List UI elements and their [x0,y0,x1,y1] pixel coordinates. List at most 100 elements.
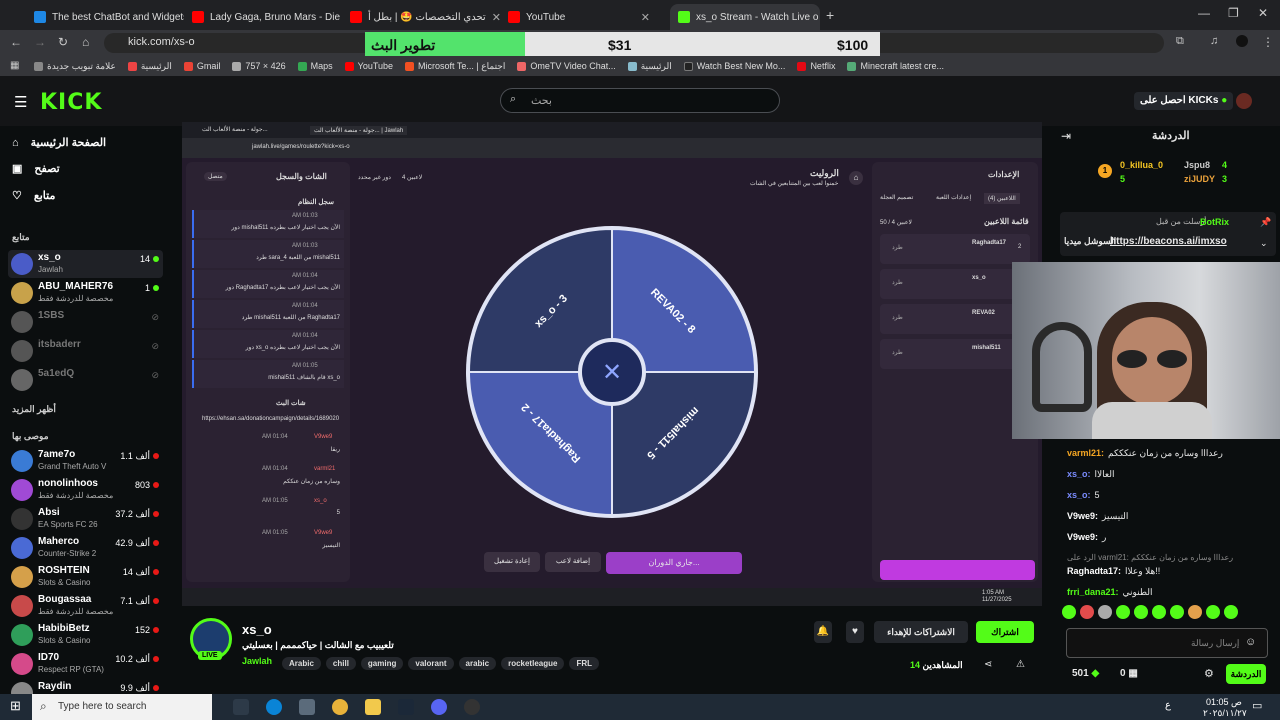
stream-tag[interactable]: FRL [569,657,599,670]
new-tab-icon[interactable]: + [826,7,834,23]
kick-logo[interactable]: KICK [40,90,102,115]
subscribe-button[interactable]: اشتراك [976,621,1034,643]
windows-start-icon[interactable]: ⊞ [10,698,21,714]
discord-icon[interactable] [431,699,447,715]
store-icon[interactable] [299,699,315,715]
chat-username[interactable]: Raghadta17: [1067,566,1121,576]
stream-category[interactable]: Jawlah [242,656,272,666]
add-player-button[interactable]: إضافة لاعب [545,552,601,572]
stream-tag[interactable]: valorant [408,657,454,670]
sidebar-channel[interactable]: 5a1edQ ⊘ [8,366,163,394]
user-avatar[interactable] [1236,93,1252,109]
minimize-icon[interactable]: — [1198,6,1210,20]
kick-player-button[interactable]: طرد [892,314,903,321]
bookmark[interactable]: Maps [297,61,333,71]
forward-icon[interactable]: → [34,35,46,49]
emote-icon[interactable] [1152,605,1166,619]
window-close-icon[interactable]: ✕ [1258,6,1268,20]
chat-input[interactable]: إرسال رسالة ☺ [1066,628,1268,658]
emote-icon[interactable] [1098,605,1112,619]
bookmark[interactable]: الرئيسية [627,61,672,72]
browser-tab[interactable]: The best ChatBot and Widgets✕ [26,4,184,30]
restore-icon[interactable]: ❐ [1228,6,1239,20]
stream-tag[interactable]: rocketleague [501,657,565,670]
emote-icon[interactable] [1170,605,1184,619]
close-icon[interactable]: ✕ [492,11,500,24]
file-explorer-icon[interactable] [365,699,381,715]
emote-icon[interactable] [1224,605,1238,619]
stream-tag[interactable]: gaming [360,657,404,670]
collapse-chat-icon[interactable]: ⇥ [1061,129,1071,143]
chevron-down-icon[interactable]: ⌄ [1260,238,1268,249]
tab-game-settings[interactable]: إعدادات اللعبة [936,194,971,201]
share-icon[interactable]: ⋖ [984,659,992,670]
emote-icon[interactable] [1062,605,1076,619]
reload-icon[interactable]: ↻ [58,35,68,49]
emote-icon[interactable] [1116,605,1130,619]
reset-button[interactable]: إعادة تشغيل [484,552,540,572]
steam-icon[interactable] [398,699,414,715]
language-indicator[interactable]: ع [1165,700,1171,711]
channel-name[interactable]: xs_o [242,622,272,637]
stream-tag[interactable]: chill [325,657,356,670]
report-icon[interactable]: ⚠ [1016,659,1025,670]
sidebar-channel[interactable]: HabibiBetz Slots & Casino 152 [8,621,163,649]
browser-tab[interactable]: تحدي التخصصات 🤩 | بطل أ ✕ [342,4,500,30]
bookmark[interactable]: Gmail [183,61,220,71]
get-kicks-button[interactable]: احصل على KICKs ● [1134,92,1234,110]
tab-players[interactable]: اللاعبين (4) [984,193,1020,204]
browser-tab[interactable]: YouTube ✕ [500,4,658,30]
send-chat-button[interactable]: الدردشة [1226,664,1266,684]
extensions-icon[interactable]: ⧉ [1176,35,1184,48]
show-more-link[interactable]: أظهر المزيد [12,404,56,415]
bookmark[interactable]: OmeTV Video Chat... [517,61,616,71]
channel-points[interactable]: 501 ◆ [1072,668,1099,679]
sidebar-channel[interactable]: ID70 Respect RP (GTA) 10.2 ألف [8,650,163,678]
emote-icon[interactable] [1080,605,1094,619]
bookmark[interactable]: Microsoft Te... | اجتماع [405,61,505,72]
taskbar-search[interactable]: ⌕ Type here to search [32,694,212,720]
chat-username[interactable]: V9we9: [1067,532,1098,542]
search-input[interactable]: ⌕ بحث [500,88,780,113]
spin-button[interactable]: جاري الدوران... [606,552,742,574]
browser-tab[interactable]: Lady Gaga, Bruno Mars - Die W✕ [184,4,342,30]
bookmark[interactable]: Netflix [797,61,835,71]
emoji-icon[interactable]: ☺ [1245,636,1256,648]
store-counter[interactable]: 0 ▦ [1120,668,1138,679]
bookmark[interactable]: Minecraft latest cre... [847,61,944,71]
heart-icon[interactable]: ♥ [846,621,864,643]
pinned-link[interactable]: https://beacons.ai/imxso [1110,236,1227,247]
kick-player-button[interactable]: طرد [892,244,903,251]
apps-grid-icon[interactable]: ▦ [10,60,19,71]
sidebar-channel[interactable]: Absi EA Sports FC 26 37.2 ألف [8,505,163,533]
bookmark[interactable]: YouTube [344,61,393,71]
stream-tag[interactable]: Arabic [282,657,321,670]
menu-dots-icon[interactable]: ⋮ [1262,35,1274,49]
close-icon[interactable]: ✕ [641,11,650,24]
sidebar-channel[interactable]: 1SBS ⊘ [8,308,163,336]
sidebar-channel[interactable]: nonolinhoos مخصصة للدردشة فقط 803 [8,476,163,504]
settings-gear-icon[interactable]: ⚙ [1204,667,1214,680]
hamburger-menu-icon[interactable]: ☰ [14,93,27,111]
sidebar-channel[interactable]: 7ame7o Grand Theft Auto V 1.1 ألف [8,447,163,475]
bookmark[interactable]: الرئيسية [127,61,172,72]
chrome-icon[interactable] [332,699,348,715]
emote-icon[interactable] [1206,605,1220,619]
browser-tab-active[interactable]: xs_o Stream - Watch Live o✕ [670,4,820,30]
tab-wheel-design[interactable]: تصميم العجلة [880,194,913,201]
nav-home[interactable]: ⌂ الصفحة الرئيسية [12,136,106,150]
sidebar-channel[interactable]: xs_o Jawlah 14 [8,250,163,278]
sidebar-channel[interactable]: Bougassaa مخصصة للدردشة فقط 7.1 ألف [8,592,163,620]
home-icon[interactable]: ⌂ [82,35,89,49]
kick-player-button[interactable]: طرد [892,349,903,356]
notifications-icon[interactable]: ▭ [1252,699,1262,712]
emote-icon[interactable] [1134,605,1148,619]
kick-player-button[interactable]: طرد [892,279,903,286]
profile-avatar[interactable] [1236,35,1248,47]
bookmark[interactable]: 757 × 426 [232,61,286,71]
bell-icon[interactable]: 🔔 [814,621,832,643]
bookmark[interactable]: Watch Best New Mo... [683,61,785,71]
chat-username[interactable]: V9we9: [1067,511,1098,521]
nav-following[interactable]: ♡ متابع [12,189,55,202]
chat-username[interactable]: frri_dana21: [1067,587,1119,597]
